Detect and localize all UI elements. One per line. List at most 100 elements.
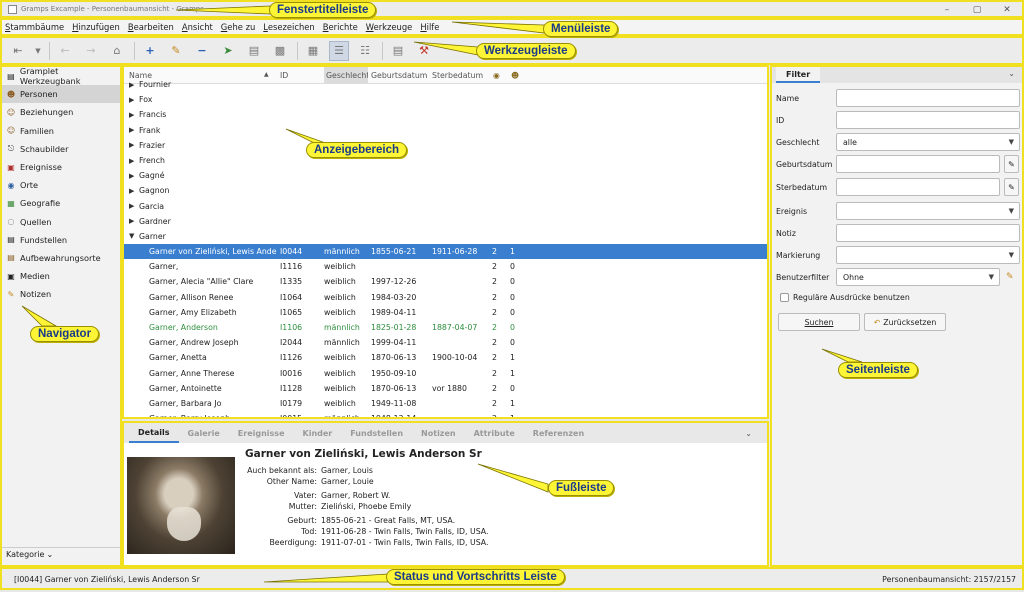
detail-value[interactable]: 1855-06-21 - Great Falls, MT, USA. [321, 516, 455, 525]
nav-back-icon[interactable]: ⇤ [8, 41, 28, 61]
detail-value[interactable]: 1911-06-28 - Twin Falls, Twin Falls, ID,… [321, 527, 488, 536]
group-row[interactable]: ▶ Francis [124, 107, 767, 122]
table-row[interactable]: Garner, I1116 weiblich 2 0 [124, 259, 767, 274]
search-button[interactable]: Suchen [778, 313, 860, 331]
table-row[interactable]: Garner, Anetta I1126 weiblich 1870-06-13 190… [124, 350, 767, 365]
table-row[interactable]: Garner, Barbara Jo I0179 weiblich 1949-11-0… [124, 396, 767, 411]
menu-stammbaeume[interactable]: Stammbäume [5, 22, 64, 32]
tab-galerie[interactable]: Galerie [179, 429, 229, 438]
reset-button[interactable]: ↶ Zurücksetzen [864, 313, 946, 331]
group-row[interactable]: ▶ Gagné [124, 168, 767, 183]
table-row[interactable]: Garner, Amy Elizabeth I1065 weiblich 1989-0… [124, 305, 767, 320]
menu-lesezeichen[interactable]: Lesezeichen [263, 22, 314, 32]
nav-geografie[interactable]: ▦ Geografie [2, 194, 120, 212]
custom-filter-select[interactable]: Ohne ▼ [836, 268, 1000, 286]
event-combo[interactable]: ▼ [836, 202, 1020, 220]
table-row[interactable]: Garner, Allison Renee I1064 weiblich 1984-0… [124, 290, 767, 305]
expand-triangle-icon[interactable]: ▶ [129, 217, 139, 225]
table-row[interactable]: Garner, Barry Joseph I0015 männlich 1948-12… [124, 411, 767, 417]
group-row[interactable]: ▶ Frank [124, 123, 767, 138]
flat-view-icon[interactable]: ☷ [355, 41, 375, 61]
nav-aufbewahrungsorte[interactable]: ▤ Aufbewahrungsorte [2, 249, 120, 267]
expand-triangle-icon[interactable]: ▶ [129, 202, 139, 210]
merge-icon[interactable]: ➤ [218, 41, 238, 61]
group-row[interactable]: ▶ Fournier [124, 77, 767, 92]
nav-ereignisse[interactable]: ▣ Ereignisse [2, 158, 120, 176]
table-row[interactable]: Garner, Andrew Joseph I2044 männlich 1999-0… [124, 335, 767, 350]
group-row[interactable]: ▶ Frazier [124, 138, 767, 153]
menu-ansicht[interactable]: Ansicht [182, 22, 213, 32]
calendar-icon[interactable]: ✎ [1004, 178, 1019, 196]
tab-ereignisse[interactable]: Ereignisse [229, 429, 294, 438]
chevron-down-icon[interactable]: ⌄ [1008, 69, 1015, 78]
expand-triangle-icon[interactable]: ▶ [129, 157, 139, 165]
edit-filter-icon[interactable]: ✎ [1006, 272, 1014, 282]
nav-medien[interactable]: ▣ Medien [2, 267, 120, 285]
tab-kinder[interactable]: Kinder [294, 429, 342, 438]
nav-fundstellen[interactable]: ▤ Fundstellen [2, 231, 120, 249]
id-input[interactable] [836, 111, 1020, 129]
category-selector[interactable]: Kategorie ⌄ [2, 547, 120, 561]
edit-icon[interactable]: ✎ [166, 41, 186, 61]
group-row[interactable]: ▶ Gagnon [124, 183, 767, 198]
group-row[interactable]: ▶ Gardner [124, 214, 767, 229]
nav-orte[interactable]: ◉ Orte [2, 176, 120, 194]
nav-schaubilder[interactable]: ⎋ Schaubilder [2, 140, 120, 158]
expand-triangle-icon[interactable]: ▶ [129, 141, 139, 149]
maximize-icon[interactable]: ▢ [962, 2, 992, 18]
tab-fundstellen[interactable]: Fundstellen [341, 429, 412, 438]
tree-view-icon[interactable]: ▦ [303, 41, 323, 61]
back-arrow-icon[interactable]: ← [55, 41, 75, 61]
birth-date-input[interactable] [836, 155, 1000, 173]
menu-berichte[interactable]: Berichte [323, 22, 358, 32]
nav-familien[interactable]: ☺ Familien [2, 122, 120, 140]
paste-icon[interactable]: ▩ [270, 41, 290, 61]
tab-referenzen[interactable]: Referenzen [524, 429, 593, 438]
nav-personen[interactable]: ☻ Personen [2, 85, 120, 104]
expand-triangle-icon[interactable]: ▶ [129, 96, 139, 104]
detail-value[interactable]: Zieliński, Phoebe Emily [321, 502, 411, 511]
gender-select[interactable]: alle ▼ [836, 133, 1020, 151]
note-input[interactable] [836, 224, 1020, 242]
regex-checkbox[interactable] [780, 293, 789, 302]
name-input[interactable] [836, 89, 1020, 107]
menu-bearbeiten[interactable]: Bearbeiten [128, 22, 174, 32]
group-row[interactable]: ▶ Fox [124, 92, 767, 107]
table-row[interactable]: Garner, Anderson I1106 männlich 1825-01-28 1… [124, 320, 767, 335]
nav-quellen[interactable]: ○ Quellen [2, 213, 120, 231]
nav-notizen[interactable]: ✎ Notizen [2, 285, 120, 303]
tab-details[interactable]: Details [129, 423, 179, 443]
grouped-view-icon[interactable]: ☰ [329, 40, 349, 61]
group-row[interactable]: ▶ Garcia [124, 199, 767, 214]
calendar-icon[interactable]: ✎ [1004, 155, 1019, 173]
tab-notizen[interactable]: Notizen [412, 429, 465, 438]
collapse-triangle-icon[interactable]: ▼ [129, 232, 139, 240]
nav-gramplet[interactable]: ▤ Gramplet Werkzeugbank [2, 66, 120, 86]
nav-beziehungen[interactable]: ☺ Beziehungen [2, 103, 120, 121]
menu-hinzufuegen[interactable]: Hinzufügen [72, 22, 120, 32]
table-row[interactable]: Garner, Alecia "Allie" Clare I1335 weiblic… [124, 274, 767, 289]
tag-select[interactable]: ▼ [836, 246, 1020, 264]
home-icon[interactable]: ⌂ [107, 41, 127, 61]
group-row-expanded[interactable]: ▼ Garner [124, 229, 767, 244]
detail-value[interactable]: Garner, Robert W. [321, 491, 390, 500]
menu-gehe-zu[interactable]: Gehe zu [221, 22, 255, 32]
chevron-down-icon[interactable]: ⌄ [736, 429, 761, 438]
table-row[interactable]: Garner, Anne Therese I0016 weiblich 1950-09… [124, 366, 767, 381]
forward-arrow-icon[interactable]: → [81, 41, 101, 61]
remove-icon[interactable]: − [192, 41, 212, 61]
detail-value[interactable]: 1911-07-01 - Twin Falls, Twin Falls, ID,… [321, 538, 488, 547]
menu-hilfe[interactable]: Hilfe [420, 22, 439, 32]
expand-triangle-icon[interactable]: ▶ [129, 187, 139, 195]
expand-triangle-icon[interactable]: ▶ [129, 111, 139, 119]
tab-filter[interactable]: Filter [776, 67, 821, 83]
expand-triangle-icon[interactable]: ▶ [129, 172, 139, 180]
dropdown-icon[interactable]: ▼ [34, 41, 42, 61]
table-row[interactable]: Garner, Antoinette I1128 weiblich 1870-06-1… [124, 381, 767, 396]
detail-value[interactable]: Garner, Louie [321, 477, 374, 486]
add-icon[interactable]: + [140, 41, 160, 61]
report-icon[interactable]: ▤ [388, 41, 408, 61]
group-row[interactable]: ▶ French [124, 153, 767, 168]
expand-triangle-icon[interactable]: ▶ [129, 126, 139, 134]
tool-icon[interactable]: ⚒ [414, 41, 434, 61]
